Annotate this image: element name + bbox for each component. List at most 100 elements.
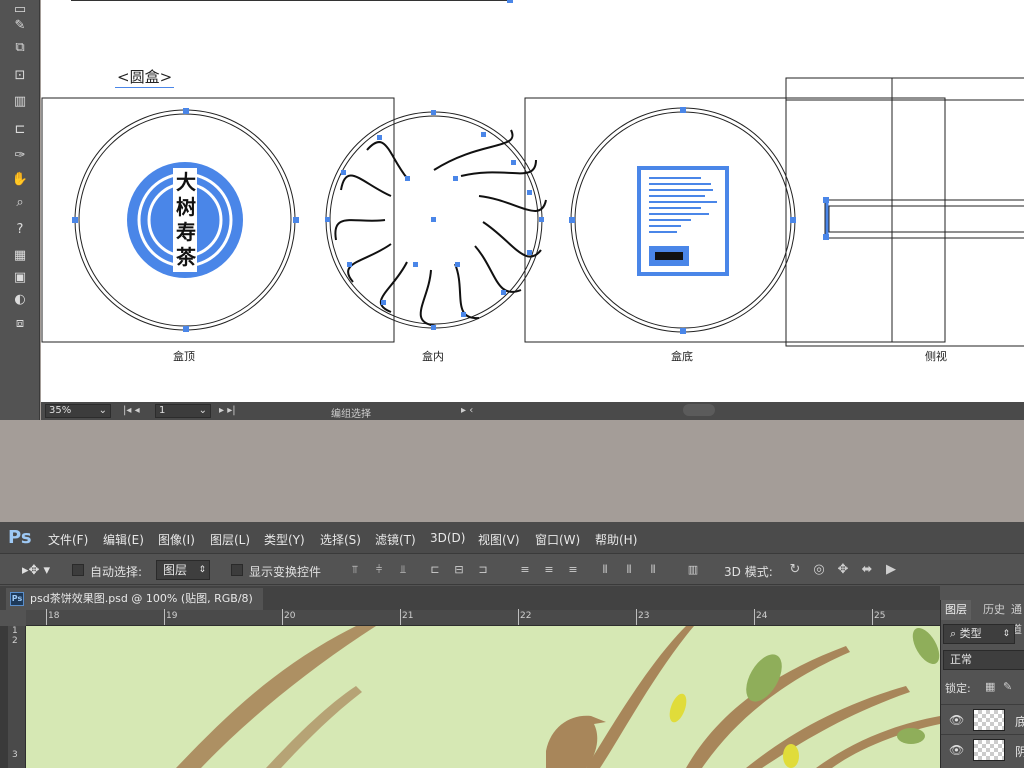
ruler-horizontal: 18 19 20 21 22 23 24 25: [26, 609, 940, 626]
auto-select-label: 自动选择:: [90, 565, 143, 579]
ruler-label: 21: [402, 611, 414, 621]
slice-icon[interactable]: ✑: [8, 146, 32, 166]
status-arrows-icon[interactable]: ▸ ‹: [461, 405, 473, 416]
align-right-icon[interactable]: ⊐: [476, 563, 490, 577]
align-top-icon[interactable]: ⫪: [348, 563, 362, 577]
ps-toolbox-edge: [0, 626, 8, 768]
logo-char: 寿: [176, 220, 196, 244]
zoom-icon[interactable]: ⌕: [8, 193, 32, 213]
blend-mode-value: 正常: [950, 653, 972, 666]
3d-roll-icon[interactable]: ◎: [812, 563, 826, 577]
default-colors-icon[interactable]: ▦: [8, 246, 32, 266]
ai-status-bar: 35% ⌄ |◂ ◂ 1 ⌄ ▸ ▸| 编组选择 ▸ ‹: [41, 402, 1024, 420]
layer-name: 底: [1015, 715, 1024, 729]
menu-window[interactable]: 窗口(W): [535, 531, 580, 548]
next-page-icon[interactable]: ▸ ▸|: [219, 405, 236, 416]
menu-file[interactable]: 文件(F): [48, 531, 88, 548]
menu-view[interactable]: 视图(V): [478, 531, 520, 548]
menu-3d[interactable]: 3D(D): [430, 531, 465, 545]
scrollbar-thumb[interactable]: [683, 404, 715, 416]
document-tab-title: psd茶饼效果图.psd @ 100% (贴图, RGB/8): [30, 592, 253, 605]
3d-pan-icon[interactable]: ✥: [836, 563, 850, 577]
document-tab[interactable]: Ps psd茶饼效果图.psd @ 100% (贴图, RGB/8): [6, 588, 263, 610]
first-page-icon[interactable]: |◂ ◂: [123, 405, 140, 416]
menu-help[interactable]: 帮助(H): [595, 531, 637, 548]
screen-mode-icon[interactable]: ⧈: [8, 314, 32, 334]
ps-canvas[interactable]: [26, 626, 940, 768]
graph-icon[interactable]: ▥: [8, 92, 32, 112]
zoom-select[interactable]: 35% ⌄: [45, 404, 111, 418]
lock-pixels-icon[interactable]: ▦: [985, 680, 995, 693]
tab-channels[interactable]: 通道: [1007, 600, 1024, 636]
symbol-sprayer-icon[interactable]: ⊡: [8, 66, 32, 86]
logo-char: 树: [176, 195, 196, 219]
page-select[interactable]: 1 ⌄: [155, 404, 211, 418]
auto-select-dropdown[interactable]: 图层 ⇕: [156, 560, 210, 580]
menu-type[interactable]: 类型(Y): [264, 531, 305, 548]
layer-thumbnail: [973, 739, 1005, 761]
3d-rotate-icon[interactable]: ↻: [788, 563, 802, 577]
blend-mode-select[interactable]: 正常: [943, 650, 1024, 670]
layer-row[interactable]: 👁 底: [941, 704, 1024, 734]
layer-thumbnail: [973, 709, 1005, 731]
ruler-label: 20: [284, 611, 296, 621]
align-hcenter-icon[interactable]: ⊟: [452, 563, 466, 577]
box-inner-spiral[interactable]: [325, 110, 547, 330]
align-vcenter-icon[interactable]: ⫩: [372, 563, 386, 577]
logo-text: 大 树 寿 茶: [175, 170, 197, 270]
eye-icon[interactable]: 👁: [949, 743, 964, 757]
menu-image[interactable]: 图像(I): [158, 531, 195, 548]
side-view-shape[interactable]: [823, 197, 1024, 240]
artboard-icon[interactable]: ⊏: [8, 120, 32, 140]
box-bottom-circle[interactable]: [569, 107, 796, 334]
ruler-label: 3: [12, 750, 18, 760]
lock-paint-icon[interactable]: ✎: [1003, 680, 1012, 693]
distribute-right-icon[interactable]: ⦀: [646, 563, 660, 577]
3d-slide-icon[interactable]: ⬌: [860, 563, 874, 577]
question-icon[interactable]: ?: [8, 220, 32, 240]
tab-layers[interactable]: 图层: [941, 600, 971, 620]
color-swatches-icon[interactable]: ▣: [8, 268, 32, 288]
photoshop-window: Ps 文件(F) 编辑(E) 图像(I) 图层(L) 类型(Y) 选择(S) 滤…: [0, 522, 1024, 768]
layer-row[interactable]: 👁 阴: [941, 734, 1024, 764]
eye-icon[interactable]: 👁: [949, 713, 964, 727]
menu-filter[interactable]: 滤镜(T): [375, 531, 416, 548]
menu-layer[interactable]: 图层(L): [210, 531, 250, 548]
lock-label: 锁定:: [945, 682, 971, 695]
chevron-down-icon: ⌄: [198, 405, 207, 416]
show-transform-checkbox[interactable]: [231, 564, 243, 576]
hand-icon[interactable]: ✋: [8, 170, 32, 190]
layers-panel: 图层 历史 通道 ⌕ 类型 ⇕ 正常 锁定: ▦ ✎ 👁 底 👁 阴: [940, 600, 1024, 768]
logo-char: 大: [176, 170, 196, 194]
draw-mode-icon[interactable]: ◐: [8, 290, 32, 310]
blend-icon[interactable]: ⧉: [8, 38, 32, 58]
ruler-label: 19: [166, 611, 178, 621]
3d-scale-icon[interactable]: ▶: [884, 563, 898, 577]
ai-artboard[interactable]: <圆盒> 大 树 寿 茶 盒顶 盒内 盒底 侧视: [41, 0, 1024, 402]
move-tool-icon[interactable]: ▸✥ ▾: [22, 563, 50, 578]
auto-select-checkbox[interactable]: [72, 564, 84, 576]
layer-filter-select[interactable]: ⌕ 类型 ⇕: [943, 624, 1015, 644]
distribute-bottom-icon[interactable]: ≡: [566, 563, 580, 577]
distribute-left-icon[interactable]: ⦀: [598, 563, 612, 577]
side-frame-b: [785, 99, 1024, 347]
chevron-down-icon: ⌄: [98, 405, 107, 416]
ps-file-icon: Ps: [10, 592, 24, 606]
distribute-hcenter-icon[interactable]: ⦀: [622, 563, 636, 577]
label-box-inner: 盒内: [422, 350, 444, 363]
auto-align-icon[interactable]: ▥: [686, 563, 700, 577]
ruler-label: 22: [520, 611, 532, 621]
align-bottom-icon[interactable]: ⫫: [396, 563, 410, 577]
ps-menubar: Ps 文件(F) 编辑(E) 图像(I) 图层(L) 类型(Y) 选择(S) 滤…: [0, 522, 1024, 554]
auto-select-value: 图层: [163, 563, 188, 577]
menu-edit[interactable]: 编辑(E): [103, 531, 144, 548]
menu-select[interactable]: 选择(S): [320, 531, 361, 548]
tab-history[interactable]: 历史: [979, 600, 1009, 620]
search-icon: ⌕: [950, 627, 957, 640]
distribute-top-icon[interactable]: ≡: [518, 563, 532, 577]
eyedropper-icon[interactable]: ✎: [8, 16, 32, 36]
show-transform-label: 显示变换控件: [249, 565, 322, 579]
align-left-icon[interactable]: ⊏: [428, 563, 442, 577]
page-value: 1: [159, 405, 166, 416]
distribute-vcenter-icon[interactable]: ≡: [542, 563, 556, 577]
